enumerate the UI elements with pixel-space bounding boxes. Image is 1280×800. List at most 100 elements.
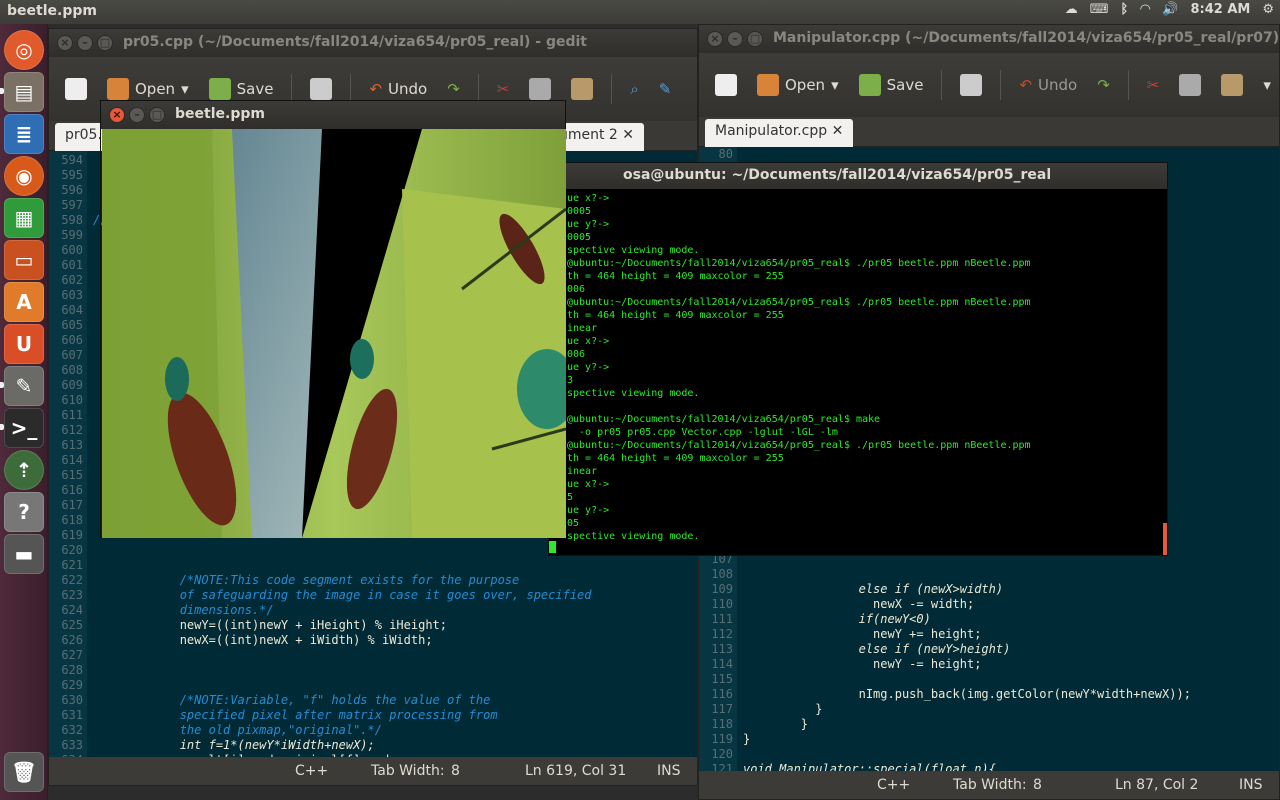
code-line[interactable]: of safeguarding the image in case it goe… [93,588,697,603]
cut-button[interactable]: ✂ [491,76,516,102]
undo-button[interactable]: ↶ Undo [1013,72,1083,98]
tab-manipulator[interactable]: Manipulator.cpp ✕ [705,119,854,147]
redo-button[interactable]: ↷ [441,76,466,102]
line-number: 627 [61,648,83,662]
terminal-output[interactable]: ue x?-> 0005 ue y?-> 0005 spective viewing m… [549,189,1167,555]
code-line[interactable]: newY -= height; [743,657,1279,672]
line-number: 594 [61,153,83,167]
code-line[interactable]: int f=1*(newY*iWidth+newX); [93,738,697,753]
undo-button[interactable]: ↶ Undo [363,76,433,102]
overflow-button[interactable]: ▾ [1257,72,1277,98]
code-line[interactable] [743,672,1279,687]
minimize-icon[interactable]: – [77,35,93,51]
ubuntu-one-icon[interactable]: U [4,324,44,364]
paste-button[interactable] [1215,70,1249,100]
calc-icon[interactable]: ▦ [4,198,44,238]
tab-width-label[interactable]: Tab Width: [371,763,445,779]
code-line[interactable]: newX=((int)newX + iWidth) % iWidth; [93,633,697,648]
bluetooth-icon[interactable]: ᛒ [1120,2,1128,17]
line-number: 604 [61,303,83,317]
line-number: 109 [711,582,733,596]
open-button[interactable]: Open ▾ [751,70,845,100]
close-icon[interactable]: ✕ [832,123,844,139]
copy-button[interactable] [1173,70,1207,100]
software-center-icon[interactable]: A [4,282,44,322]
code-line[interactable]: else if (newY>height) [743,642,1279,657]
code-line[interactable]: the old pixmap,"original".*/ [93,723,697,738]
language-selector[interactable]: C++ [877,777,910,793]
tab-width-label[interactable]: Tab Width: [953,777,1027,793]
close-icon[interactable]: × [707,31,723,47]
code-line[interactable] [93,648,697,663]
trash-icon[interactable]: 🗑 [4,752,44,792]
code-line[interactable] [93,558,697,573]
code-line[interactable]: } [743,702,1279,717]
line-number: 600 [61,243,83,257]
code-line[interactable] [743,747,1279,762]
help-icon[interactable]: ? [4,492,44,532]
keyboard-icon[interactable]: ⌨ [1090,2,1109,17]
code-line[interactable] [93,678,697,693]
wifi-icon[interactable]: ◠ [1140,2,1150,17]
new-button[interactable] [59,74,93,104]
files-icon[interactable]: ▤ [4,72,44,112]
writer-icon[interactable]: ≣ [4,114,44,154]
save-button[interactable]: Save [853,70,930,100]
paste-button[interactable] [565,74,599,104]
terminal-line: 006 [567,349,586,360]
code-line[interactable]: /*NOTE:This code segment exists for the … [93,573,697,588]
language-selector[interactable]: C++ [295,763,328,779]
code-line[interactable]: else if (newX>width) [743,582,1279,597]
code-line[interactable]: } [743,717,1279,732]
cut-button[interactable]: ✂ [1141,72,1166,98]
code-line[interactable]: if(newY<0) [743,612,1279,627]
line-number: 113 [711,642,733,656]
firefox-icon[interactable]: ◉ [4,156,44,196]
code-line[interactable]: specified pixel after matrix processing … [93,708,697,723]
redo-button[interactable]: ↷ [1091,72,1116,98]
update-manager-icon[interactable]: ⇡ [4,450,44,490]
window-title: osa@ubuntu: ~/Documents/fall2014/viza654… [623,167,1052,183]
code-line[interactable]: newX -= width; [743,597,1279,612]
find-button[interactable]: ⌕ [624,76,644,102]
close-icon[interactable]: × [57,35,73,51]
code-line[interactable] [743,567,1279,582]
code-line[interactable]: newY=((int)newY + iHeight) % iHeight; [93,618,697,633]
maximize-icon[interactable]: □ [97,35,113,51]
terminal-icon[interactable]: >_ [4,408,44,448]
code-line[interactable]: } [743,732,1279,747]
line-number: 607 [61,348,83,362]
tab-width-value[interactable]: 8 [1033,777,1042,793]
close-icon[interactable]: × [109,107,125,123]
minimize-icon[interactable]: – [727,31,743,47]
code-line[interactable]: void Manipulator::special(float n){ [743,762,1279,771]
print-button[interactable] [954,70,988,100]
folder-icon [757,74,779,96]
maximize-icon[interactable]: □ [747,31,763,47]
line-number: 599 [61,228,83,242]
ubuntu-logo-icon[interactable]: ◎ [4,30,44,70]
gear-icon[interactable]: ⚙ [1262,2,1274,17]
new-button[interactable] [709,70,743,100]
replace-button[interactable]: ✎ [653,76,678,102]
maximize-icon[interactable]: □ [149,107,165,123]
text-editor-icon[interactable]: ✎ [4,366,44,406]
scrollbar[interactable] [1163,523,1167,555]
impress-icon[interactable]: ▭ [4,240,44,280]
line-number: 602 [61,273,83,287]
terminal-line: inear [567,323,598,334]
cloud-icon[interactable]: ☁ [1065,2,1078,17]
minimize-icon[interactable]: – [129,107,145,123]
code-line[interactable]: nImg.push_back(img.getColor(newY*width+n… [743,687,1279,702]
volume-icon[interactable]: 🔊 [1162,2,1178,17]
clock[interactable]: 8:42 AM [1190,2,1250,17]
close-icon[interactable]: ✕ [622,127,634,143]
code-line[interactable]: dimensions.*/ [93,603,697,618]
code-line[interactable]: /*NOTE:Variable, "f" holds the value of … [93,693,697,708]
terminal-line: 0005 [567,232,592,243]
tab-width-value[interactable]: 8 [451,763,460,779]
drive-icon[interactable]: ▬ [4,534,44,574]
code-line[interactable]: newY += height; [743,627,1279,642]
code-line[interactable] [93,663,697,678]
code-line[interactable] [743,147,1279,162]
